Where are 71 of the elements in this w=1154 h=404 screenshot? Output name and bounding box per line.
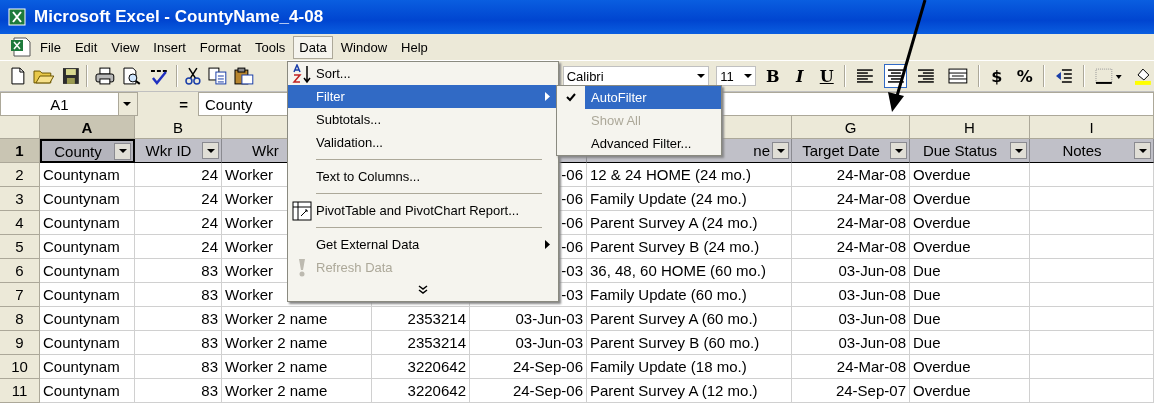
column-title: County bbox=[53, 142, 103, 160]
table-cell: Parent Survey A (24 mo.) bbox=[587, 211, 792, 235]
table-cell: 83 bbox=[135, 283, 222, 307]
table-cell: 2353214 bbox=[372, 331, 470, 355]
table-cell: 03-Jun-08 bbox=[792, 307, 910, 331]
table-cell: Countynam bbox=[40, 355, 135, 379]
table-cell: Worker 2 name bbox=[222, 307, 372, 331]
table-cell: Due bbox=[910, 307, 1030, 331]
table-cell: Countynam bbox=[40, 307, 135, 331]
table-cell: Family Update (60 mo.) bbox=[587, 283, 792, 307]
table-cell: Parent Survey A (12 mo.) bbox=[587, 379, 792, 403]
column-title: Wkr bbox=[252, 142, 279, 159]
table-cell: Countynam bbox=[40, 235, 135, 259]
column-title: Due Status bbox=[921, 142, 999, 159]
table-cell: 03-Jun-08 bbox=[792, 331, 910, 355]
table-cell: 83 bbox=[135, 331, 222, 355]
table-cell: 03-Jun-03 bbox=[470, 307, 587, 331]
table-cell: 24 bbox=[135, 211, 222, 235]
table-cell: 24-Sep-06 bbox=[470, 355, 587, 379]
table-cell: 24 bbox=[135, 187, 222, 211]
table-cell: 24-Mar-08 bbox=[792, 355, 910, 379]
table-cell: 24 bbox=[135, 235, 222, 259]
table-cell: 3220642 bbox=[372, 355, 470, 379]
table-cell: Overdue bbox=[910, 379, 1030, 403]
table-cell: 24-Mar-08 bbox=[792, 211, 910, 235]
column-title: Wkr ID bbox=[144, 142, 193, 159]
table-cell: Overdue bbox=[910, 211, 1030, 235]
column-title: Notes bbox=[1061, 142, 1103, 159]
table-cell: Countynam bbox=[40, 211, 135, 235]
table-cell: 24 bbox=[135, 163, 222, 187]
table-cell: Due bbox=[910, 283, 1030, 307]
table-cell: 03-Jun-08 bbox=[792, 259, 910, 283]
column-title: ne bbox=[753, 142, 770, 159]
table-cell: 83 bbox=[135, 355, 222, 379]
table-cell: Countynam bbox=[40, 379, 135, 403]
table-cell: Countynam bbox=[40, 259, 135, 283]
table-cell: 36, 48, 60 HOME (60 mo.) bbox=[587, 259, 792, 283]
table-cell: Countynam bbox=[40, 187, 135, 211]
table-cell: Overdue bbox=[910, 187, 1030, 211]
table-cell: Parent Survey A (60 mo.) bbox=[587, 307, 792, 331]
table-cell: Family Update (24 mo.) bbox=[587, 187, 792, 211]
table-cell: Worker 2 name bbox=[222, 379, 372, 403]
window-title: Microsoft Excel - CountyName_4-08 bbox=[34, 7, 324, 27]
table-cell: Due bbox=[910, 259, 1030, 283]
table-cell: 03-Jun-03 bbox=[470, 331, 587, 355]
table-cell: 2353214 bbox=[372, 307, 470, 331]
table-cell: Countynam bbox=[40, 163, 135, 187]
table-cell: Overdue bbox=[910, 163, 1030, 187]
table-cell: Countynam bbox=[40, 283, 135, 307]
table-cell: Parent Survey B (60 mo.) bbox=[587, 331, 792, 355]
table-cell: Overdue bbox=[910, 235, 1030, 259]
table-cell: Worker 2 name bbox=[222, 355, 372, 379]
table-cell: 83 bbox=[135, 307, 222, 331]
table-cell: Due bbox=[910, 331, 1030, 355]
column-title: Target Date bbox=[801, 142, 881, 159]
table-cell: Worker 2 name bbox=[222, 331, 372, 355]
table-cell: Family Update (18 mo.) bbox=[587, 355, 792, 379]
table-cell: Countynam bbox=[40, 331, 135, 355]
table-cell: 03-Jun-08 bbox=[792, 283, 910, 307]
table-cell: 24-Mar-08 bbox=[792, 235, 910, 259]
table-cell: 83 bbox=[135, 259, 222, 283]
table-cell: 3220642 bbox=[372, 379, 470, 403]
table-cell: 83 bbox=[135, 379, 222, 403]
formula-equals-sign: = bbox=[178, 95, 189, 113]
table-cell: 12 & 24 HOME (24 mo.) bbox=[587, 163, 792, 187]
table-cell: 24-Mar-08 bbox=[792, 163, 910, 187]
table-cell: 24-Sep-06 bbox=[470, 379, 587, 403]
table-cell: Parent Survey B (24 mo.) bbox=[587, 235, 792, 259]
table-cell: Overdue bbox=[910, 355, 1030, 379]
table-cell: 24-Mar-08 bbox=[792, 187, 910, 211]
table-cell: 24-Sep-07 bbox=[792, 379, 910, 403]
